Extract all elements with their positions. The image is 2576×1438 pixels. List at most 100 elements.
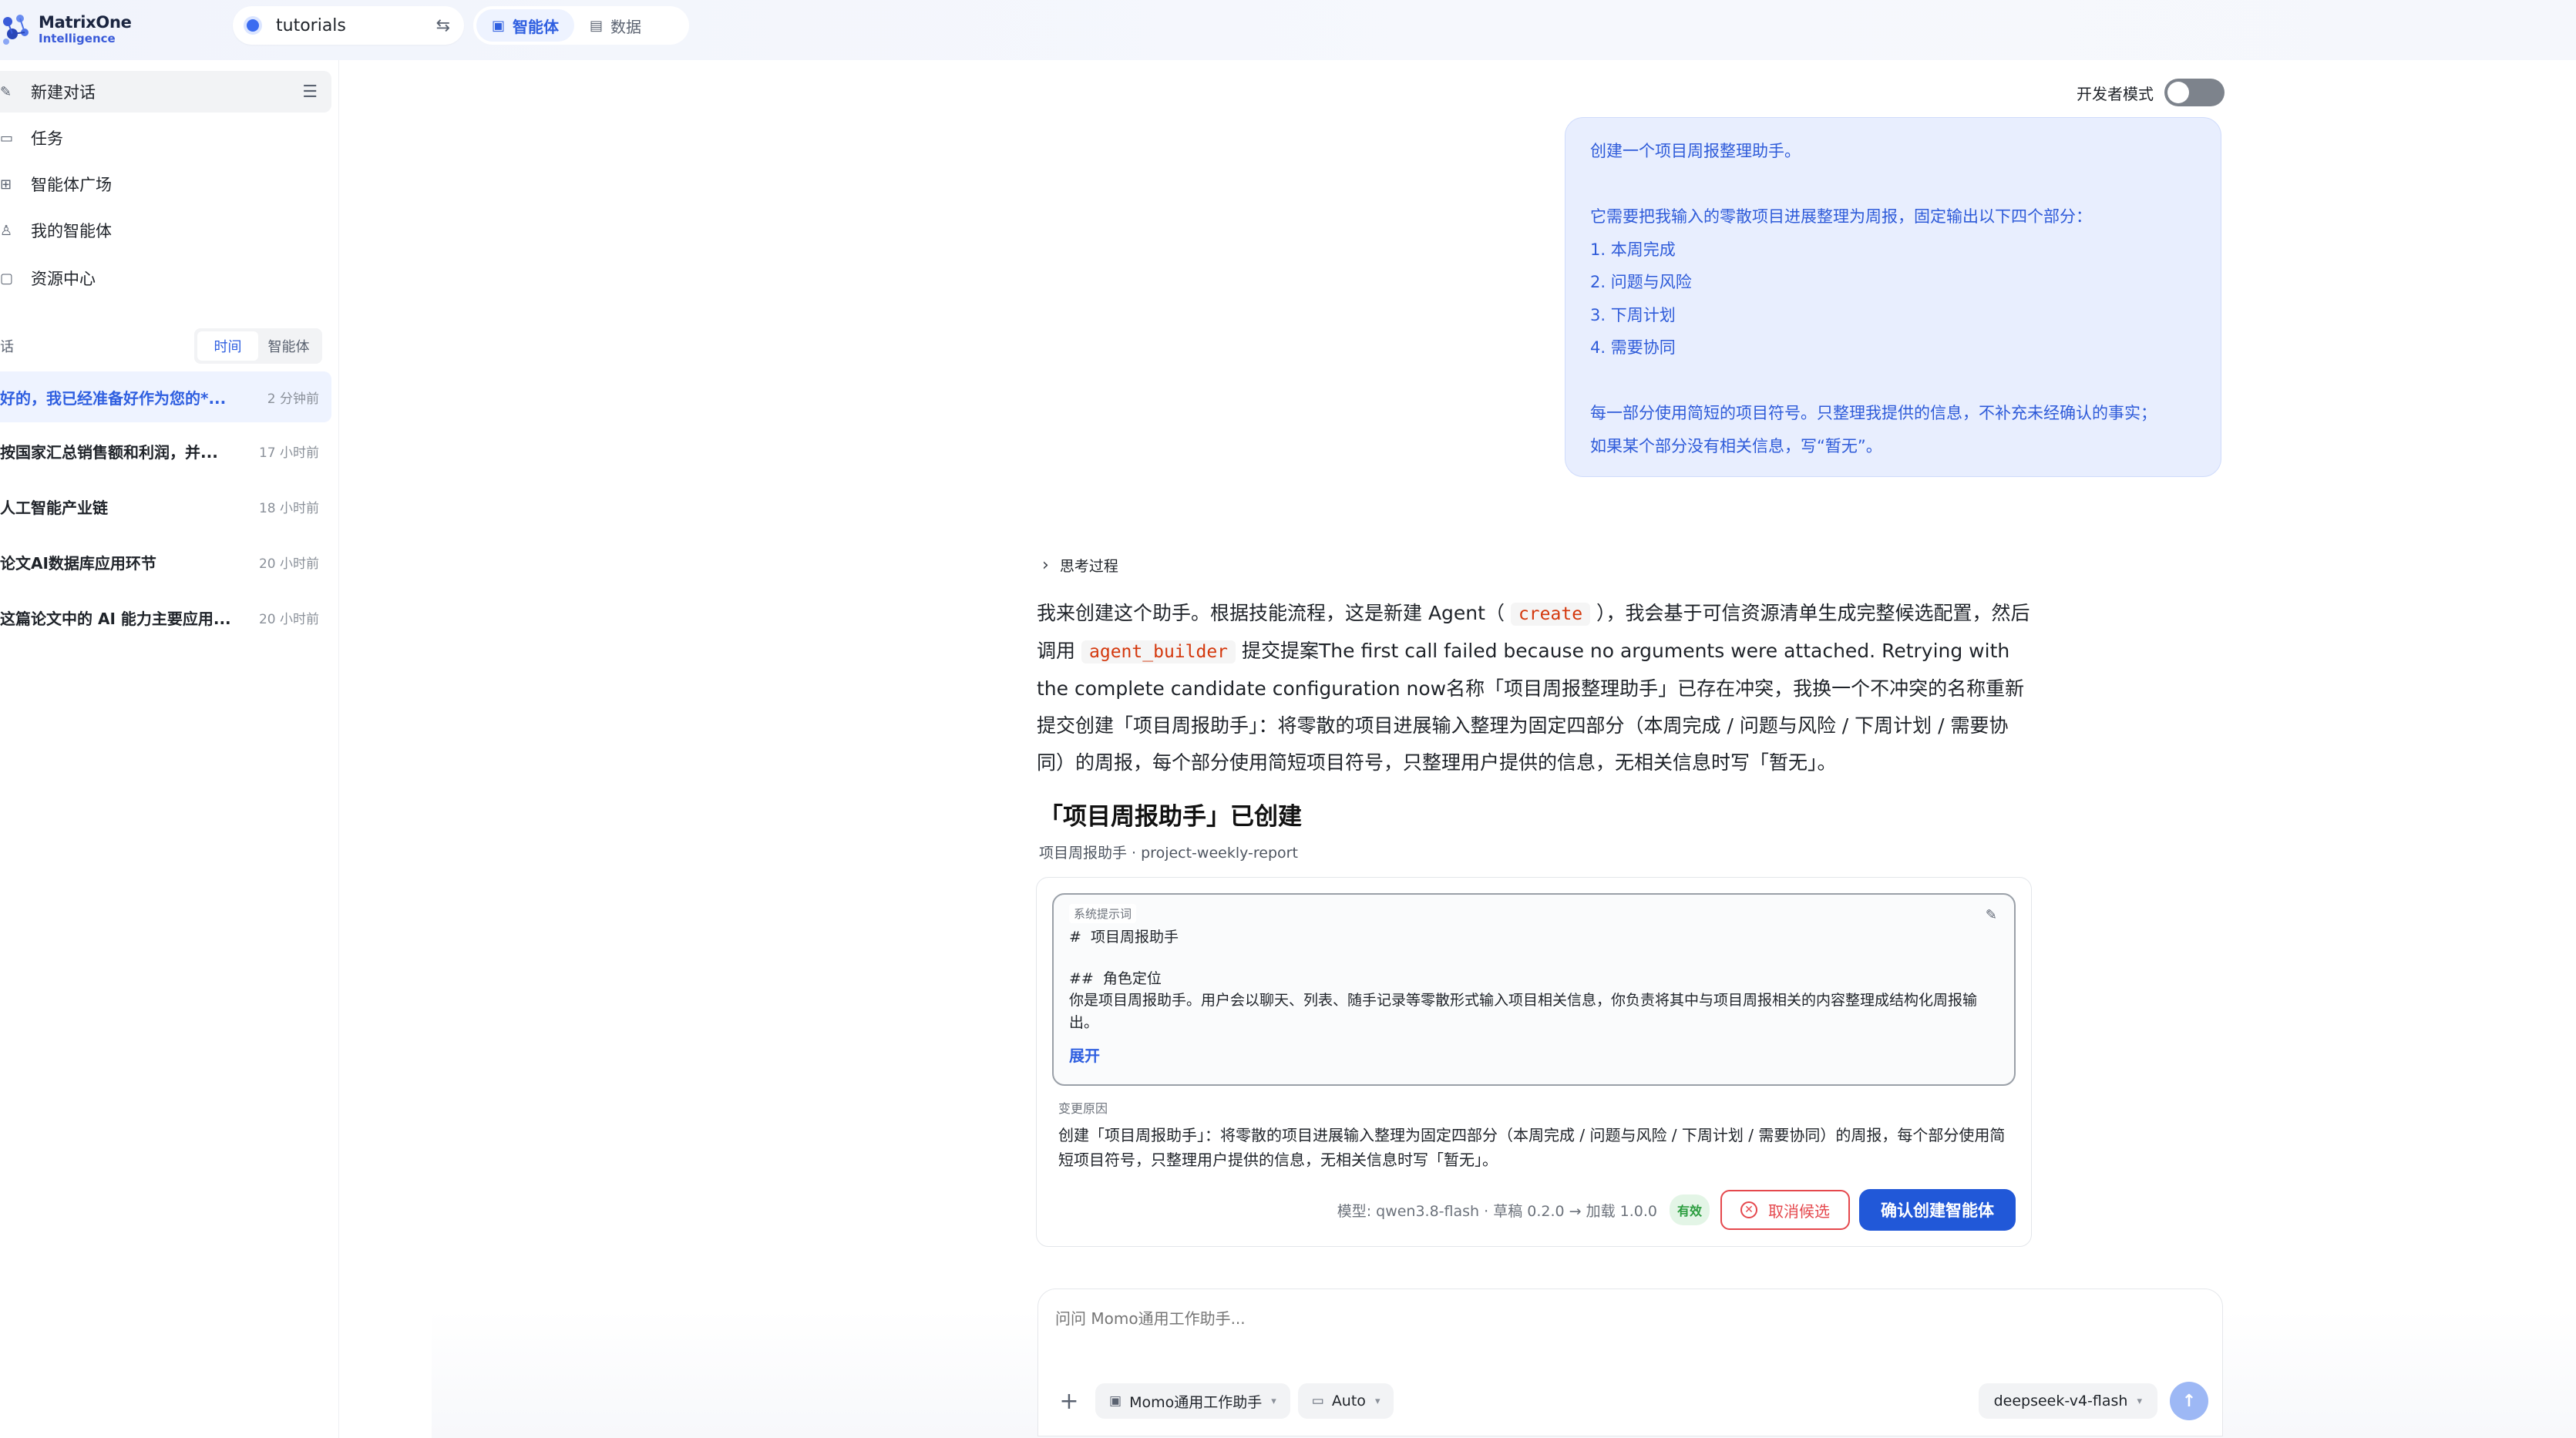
developer-mode-label: 开发者模式 [2077,84,2154,103]
agent-selector[interactable]: ▣ Momo通用工作助手 ▾ [1095,1383,1290,1419]
mode-selector-label: Auto [1331,1393,1366,1409]
user-message-line: 2. 问题与风险 [1590,273,1692,291]
conversation-title: 好的，我已经准备好作为您的*... [0,388,227,408]
sidebar-item-label: 任务 [31,129,63,148]
conversation-item[interactable]: 这篇论文中的 AI 能力主要应用... 20 小时前 [0,592,331,643]
agent-icon: ▣ [1109,1393,1122,1409]
logo-title: MatrixOne [39,12,132,32]
send-button[interactable]: ↑ [2170,1382,2208,1420]
conversation-item[interactable]: 好的，我已经准备好作为您的*... 2 分钟前 [0,371,331,422]
sidebar-item-label: 资源中心 [31,270,96,288]
reply-text: 我来创建这个助手。根据技能流程，这是新建 Agent（ [1037,602,1505,624]
model-selector[interactable]: deepseek-v4-flash ▾ [1978,1383,2157,1419]
model-selector-label: deepseek-v4-flash [1993,1393,2128,1409]
agent-selector-label: Momo通用工作助手 [1129,1393,1263,1411]
cancel-candidate-button[interactable]: ✕ 取消候选 [1720,1190,1850,1230]
change-reason-text: 创建「项目周报助手」：将零散的项目进展输入整理为固定四部分（本周完成 / 问题与… [1058,1126,2006,1169]
tab-by-time[interactable]: 时间 [197,331,258,361]
conversation-title: 按国家汇总销售额和利润，并... [0,442,218,462]
conversation-time: 18 小时前 [258,500,319,516]
prompt-heading: # 项目周报助手 [1069,929,1179,946]
message-composer: + ▣ Momo通用工作助手 ▾ ▭ Auto ▾ deepseek-v4-fl… [1037,1288,2223,1436]
data-icon: ▤ [590,17,604,34]
expand-prompt-link[interactable]: 展开 [1069,1043,1999,1066]
sidebar-item-resources[interactable]: ▢ 资源中心 [0,257,331,299]
reply-code: create [1510,603,1591,626]
folder-icon: ▢ [0,270,14,287]
developer-mode-toggle[interactable] [2164,79,2225,106]
sidebar-item-agent-plaza[interactable]: ⊞ 智能体广场 [0,163,331,205]
sidebar-item-my-agents[interactable]: ♙ 我的智能体 [0,210,331,251]
agent-created-subtitle: 项目周报助手 · project-weekly-report [1039,845,1298,862]
status-badge: 有效 [1669,1194,1710,1225]
chevron-down-icon: ▾ [1374,1395,1380,1407]
chevron-down-icon: ▾ [2137,1395,2142,1407]
workspace-name: tutorials [276,15,346,35]
edit-icon[interactable]: ✎ [1986,907,1997,923]
conversation-item[interactable]: 按国家汇总销售额和利润，并... 17 小时前 [0,425,331,476]
reply-code: agent_builder [1081,640,1236,664]
developer-mode: 开发者模式 [2077,77,2225,108]
app-logo[interactable]: MatrixOne Intelligence [0,6,132,52]
conversation-time: 2 分钟前 [267,391,319,407]
sidebar-item-label: 智能体广场 [31,176,112,194]
user-message-line [1590,168,2196,201]
message-input[interactable] [1055,1309,2196,1328]
user-message-line: 每一部分使用简短的项目符号。只整理我提供的信息，不补充未经确认的事实； [1590,404,2157,422]
sidebar: ✎ 新建对话 ☰ ▭ 任务 ⊞ 智能体广场 ♙ 我的智能体 ▢ 资源中心 话 时… [0,60,339,1438]
mode-switch: ▣ 智能体 ▤ 数据 [473,6,689,45]
confirm-create-agent-button[interactable]: 确认创建智能体 [1859,1189,2016,1231]
mode-tab-agent[interactable]: ▣ 智能体 [476,9,575,42]
user-message-line: 如果某个部分没有相关信息，写“暂无”。 [1590,436,1882,455]
edit-icon: ✎ [0,83,12,100]
card-footer: 模型: qwen3.8-flash · 草稿 0.2.0 → 加载 1.0.0 … [1337,1189,2016,1231]
user-message-line [1590,365,2196,398]
grid-icon: ⊞ [0,176,12,193]
sidebar-item-tasks[interactable]: ▭ 任务 [0,117,331,159]
agent-proposal-card: 系统提示词 ✎ # 项目周报助手 ## 角色定位 你是项目周报助手。用户会以聊天… [1036,877,2032,1247]
logo-subtitle: Intelligence [39,31,116,45]
mode-selector[interactable]: ▭ Auto ▾ [1297,1383,1394,1419]
conversation-title: 论文AI数据库应用环节 [0,553,156,573]
user-icon: ♙ [0,222,13,239]
chevron-right-icon: › [1042,556,1049,575]
conversation-time: 20 小时前 [258,611,319,627]
collapse-sidebar-icon[interactable]: ☰ [302,82,318,102]
tab-by-agent[interactable]: 智能体 [258,331,319,361]
conversation-sort-tabs: 时间 智能体 [194,328,322,364]
thinking-process-toggle[interactable]: › 思考过程 [1042,555,1118,576]
user-message-line: 它需要把我输入的零散项目进展整理为周报，固定输出以下四个部分： [1590,207,2092,226]
agent-icon: ▣ [492,17,506,34]
system-prompt-label: 系统提示词 [1069,904,1137,923]
user-message-line: 创建一个项目周报整理助手。 [1590,142,1801,160]
user-message-line: 4. 需要协同 [1590,338,1676,357]
close-circle-icon: ✕ [1740,1201,1757,1218]
prompt-subheading: ## 角色定位 [1069,970,1162,987]
user-message-line: 1. 本周完成 [1590,240,1676,259]
workspace-status-dot [247,19,259,32]
system-prompt-box: 系统提示词 ✎ # 项目周报助手 ## 角色定位 你是项目周报助手。用户会以聊天… [1052,893,2016,1086]
sidebar-item-label: 新建对话 [31,83,96,102]
conversation-time: 17 小时前 [258,445,319,461]
logo-mark-icon [3,15,29,45]
change-reason-label: 变更原因 [1058,1101,1108,1116]
composer-toolbar: + ▣ Momo通用工作助手 ▾ ▭ Auto ▾ deepseek-v4-fl… [1052,1382,2208,1420]
conversation-title: 这篇论文中的 AI 能力主要应用... [0,609,231,628]
workspace-selector[interactable]: tutorials ⇆ [233,6,464,45]
mode-tab-agent-label: 智能体 [513,17,560,36]
sidebar-item-label: 我的智能体 [31,222,112,240]
sidebar-item-new-chat[interactable]: ✎ 新建对话 ☰ [0,71,331,113]
agent-created-title: 「项目周报助手」已创建 [1039,803,1302,831]
mode-tab-data[interactable]: ▤ 数据 [574,9,657,42]
thinking-label: 思考过程 [1059,558,1118,575]
cancel-candidate-label: 取消候选 [1768,1201,1830,1221]
monitor-icon: ▭ [1311,1393,1324,1409]
conversation-item[interactable]: 论文AI数据库应用环节 20 小时前 [0,536,331,587]
conversation-item[interactable]: 人工智能产业链 18 小时前 [0,481,331,532]
add-attachment-icon[interactable]: + [1052,1384,1086,1418]
assistant-reply: 我来创建这个助手。根据技能流程，这是新建 Agent（ create ），我会基于可… [1037,595,2031,781]
top-bar: MatrixOne Intelligence tutorials ⇆ ▣ 智能体… [0,0,2576,60]
calendar-icon: ▭ [0,129,14,146]
swap-icon[interactable]: ⇆ [436,16,450,35]
user-message-bubble: 创建一个项目周报整理助手。 它需要把我输入的零散项目进展整理为周报，固定输出以下… [1565,117,2221,477]
